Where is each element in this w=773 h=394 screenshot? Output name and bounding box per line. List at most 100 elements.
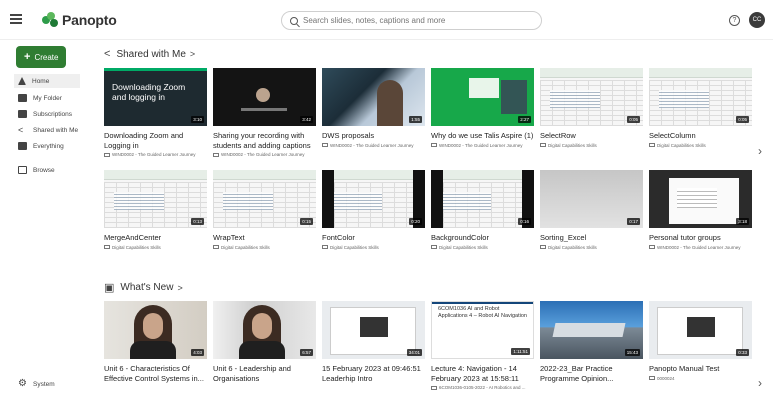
create-button[interactable]: + Create <box>16 46 66 68</box>
video-tile[interactable]: 0:15 WrapText Digital Capabilities Skill… <box>213 170 316 250</box>
folder-link[interactable]: Digital Capabilities Skills <box>540 143 643 148</box>
scroll-right-icon[interactable]: › <box>758 376 762 390</box>
menu-icon[interactable] <box>10 14 22 24</box>
folder-link[interactable]: WIND0002 - The Guided Learner Journey <box>322 143 425 148</box>
panopto-logo[interactable]: Panopto <box>42 12 117 28</box>
folder-link[interactable]: 6COM1036-0105-2022 - AI Robotics and ... <box>431 385 534 390</box>
share-icon: < <box>18 125 24 135</box>
duration-badge: 0:16 <box>518 218 531 225</box>
video-title[interactable]: BackgroundColor <box>431 233 534 243</box>
help-icon[interactable]: ? <box>729 15 740 26</box>
video-thumbnail[interactable]: 0:05 <box>540 68 643 126</box>
thumbnail-text: Downloading Zoom and logging in <box>112 82 186 102</box>
video-thumbnail[interactable]: 0:15 <box>213 170 316 228</box>
video-thumbnail[interactable]: 6:57 <box>213 301 316 359</box>
folder-link[interactable]: Digital Capabilities Skills <box>322 245 425 250</box>
video-thumbnail[interactable]: Downloading Zoom and logging in 3:10 <box>104 68 207 126</box>
sidebar-item-home[interactable]: Home <box>14 74 80 88</box>
video-title[interactable]: SelectColumn <box>649 131 752 141</box>
video-tile[interactable]: 6COM1036 AI and Robot Applications 4 – R… <box>431 301 534 390</box>
video-title[interactable]: Panopto Manual Test <box>649 364 752 374</box>
video-tile[interactable]: 3:42 Sharing your recording with student… <box>213 68 316 157</box>
video-title[interactable]: 2022-23_Bar Practice Programme Opinion..… <box>540 364 643 383</box>
video-library-icon: ▣ <box>104 282 115 294</box>
folder-link[interactable]: Digital Capabilities Skills <box>213 245 316 250</box>
video-title[interactable]: SelectRow <box>540 131 643 141</box>
video-tile[interactable]: 0:20 FontColor Digital Capabilities Skil… <box>322 170 425 250</box>
folder-icon <box>649 376 655 380</box>
video-tile[interactable]: 0:05 SelectRow Digital Capabilities Skil… <box>540 68 643 148</box>
video-thumbnail[interactable]: 0:16 <box>431 170 534 228</box>
folder-link[interactable]: 0000024 <box>649 376 752 381</box>
search-input[interactable] <box>303 16 523 25</box>
whats-new-heading[interactable]: ▣ What's New > <box>104 281 183 294</box>
video-thumbnail[interactable]: 3:42 <box>213 68 316 126</box>
avatar[interactable]: CC <box>749 12 765 28</box>
chevron-right-icon: > <box>189 49 196 59</box>
video-thumbnail[interactable]: 6COM1036 AI and Robot Applications 4 – R… <box>431 301 534 359</box>
video-thumbnail[interactable]: 15:43 <box>540 301 643 359</box>
folder-link[interactable]: Digital Capabilities Skills <box>649 143 752 148</box>
video-title[interactable]: Why do we use Talis Aspire (1) <box>431 131 534 141</box>
folder-icon <box>431 385 437 390</box>
scroll-right-icon[interactable]: › <box>758 144 762 158</box>
video-tile[interactable]: 0:13 MergeAndCenter Digital Capabilities… <box>104 170 207 250</box>
folder-name: WIND0002 - The Guided Learner Journey <box>221 152 305 157</box>
video-tile[interactable]: 3:18 Personal tutor groups WIND0002 - Th… <box>649 170 752 250</box>
folder-link[interactable]: WIND0002 - The Guided Learner Journey <box>104 152 207 157</box>
video-title[interactable]: FontColor <box>322 233 425 243</box>
video-title[interactable]: DWS proposals <box>322 131 425 141</box>
video-title[interactable]: Lecture 4: Navigation - 14 February 2023… <box>431 364 534 383</box>
folder-link[interactable]: WIND0002 - The Guided Learner Journey <box>213 152 316 157</box>
video-tile[interactable]: 0:33 Panopto Manual Test 0000024 <box>649 301 752 381</box>
video-title[interactable]: Personal tutor groups <box>649 233 752 243</box>
video-tile[interactable]: 34:01 15 February 2023 at 09:46:51 Leade… <box>322 301 425 383</box>
video-title[interactable]: Downloading Zoom and Logging in <box>104 131 207 150</box>
video-tile[interactable]: 0:17 Sorting_Excel Digital Capabilities … <box>540 170 643 250</box>
duration-badge: 6:57 <box>300 349 313 356</box>
duration-badge: 4:03 <box>191 349 204 356</box>
sidebar-item-everything[interactable]: Everything <box>18 139 80 153</box>
folder-link[interactable]: WIND0002 - The Guided Learner Journey <box>649 245 752 250</box>
video-tile[interactable]: 15:43 2022-23_Bar Practice Programme Opi… <box>540 301 643 383</box>
video-title[interactable]: Unit 6 - Characteristics Of Effective Co… <box>104 364 207 383</box>
video-thumbnail[interactable]: 34:01 <box>322 301 425 359</box>
video-thumbnail[interactable]: 0:20 <box>322 170 425 228</box>
sidebar-item-subscriptions[interactable]: Subscriptions <box>18 107 80 121</box>
video-title[interactable]: 15 February 2023 at 09:46:51 Leaderhip I… <box>322 364 425 383</box>
folder-link[interactable]: Digital Capabilities Skills <box>431 245 534 250</box>
video-title[interactable]: MergeAndCenter <box>104 233 207 243</box>
sidebar-item-system[interactable]: ⚙ System <box>18 377 80 391</box>
sidebar-item-browse[interactable]: Browse <box>18 163 80 177</box>
search-icon <box>290 16 298 25</box>
video-tile[interactable]: 2:27 Why do we use Talis Aspire (1) WIND… <box>431 68 534 148</box>
video-thumbnail[interactable]: 0:33 <box>649 301 752 359</box>
video-tile[interactable]: 0:05 SelectColumn Digital Capabilities S… <box>649 68 752 148</box>
folder-icon <box>540 143 546 147</box>
video-tile[interactable]: 1:55 DWS proposals WIND0002 - The Guided… <box>322 68 425 148</box>
search-bar[interactable] <box>281 11 542 30</box>
video-title[interactable]: Sharing your recording with students and… <box>213 131 316 150</box>
video-tile[interactable]: 4:03 Unit 6 - Characteristics Of Effecti… <box>104 301 207 383</box>
sidebar-item-my-folder[interactable]: My Folder <box>18 91 80 105</box>
video-thumbnail[interactable]: 4:03 <box>104 301 207 359</box>
folder-name: WIND0002 - The Guided Learner Journey <box>330 142 414 148</box>
video-tile[interactable]: 6:57 Unit 6 - Leadership and Organisatio… <box>213 301 316 383</box>
video-tile[interactable]: 0:16 BackgroundColor Digital Capabilitie… <box>431 170 534 250</box>
video-thumbnail[interactable]: 1:55 <box>322 68 425 126</box>
video-title[interactable]: WrapText <box>213 233 316 243</box>
video-thumbnail[interactable]: 0:05 <box>649 68 752 126</box>
shared-with-me-heading[interactable]: < Shared with Me > <box>104 48 195 60</box>
folder-link[interactable]: WIND0002 - The Guided Learner Journey <box>431 143 534 148</box>
video-thumbnail[interactable]: 3:18 <box>649 170 752 228</box>
sidebar-item-label: Browse <box>33 166 55 174</box>
folder-link[interactable]: Digital Capabilities Skills <box>104 245 207 250</box>
video-thumbnail[interactable]: 0:17 <box>540 170 643 228</box>
video-title[interactable]: Unit 6 - Leadership and Organisations <box>213 364 316 383</box>
video-tile[interactable]: Downloading Zoom and logging in 3:10 Dow… <box>104 68 207 157</box>
video-thumbnail[interactable]: 2:27 <box>431 68 534 126</box>
video-title[interactable]: Sorting_Excel <box>540 233 643 243</box>
sidebar-item-shared-with-me[interactable]: < Shared with Me <box>18 123 80 137</box>
video-thumbnail[interactable]: 0:13 <box>104 170 207 228</box>
folder-link[interactable]: Digital Capabilities Skills <box>540 245 643 250</box>
